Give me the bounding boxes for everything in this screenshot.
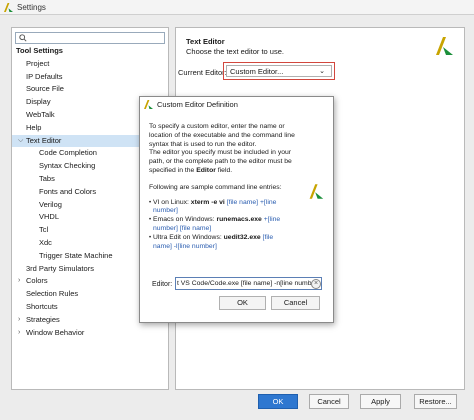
sample-args: [file: [260, 233, 274, 241]
current-editor-value: Custom Editor...: [230, 66, 284, 76]
brand-logo-icon: [309, 184, 324, 199]
sample-args: +[line: [261, 216, 281, 224]
path-note-text: specified in the: [149, 166, 197, 174]
panel-title: Text Editor: [186, 37, 225, 46]
sample-editor-name: Emacs on Windows:: [153, 216, 217, 224]
sample-args-cont: number] [file name]: [153, 224, 212, 232]
sample-command-item: • Ultra Edit on Windows: uedit32.exe [fil…: [149, 234, 319, 252]
tree-item-label: Display: [26, 97, 51, 107]
app-logo-icon: [4, 2, 13, 12]
path-note-line: path, or the complete path to the editor…: [149, 158, 292, 166]
dialog-titlebar: Custom Editor Definition: [140, 97, 333, 112]
tree-item-label: Code Completion: [39, 148, 97, 158]
bullet-icon: •: [149, 234, 152, 241]
path-note-bold: Editor: [196, 166, 216, 174]
sample-command-list: • VI on Linux: xterm -e vi [file name] +[…: [149, 199, 319, 252]
tree-item-label: Tcl: [39, 225, 49, 235]
window-title: Settings: [17, 2, 46, 12]
sample-command: uedit32.exe: [223, 233, 261, 241]
tree-item-label: Xdc: [39, 237, 52, 247]
sample-args-cont: name] -l[line number]: [153, 242, 217, 250]
tree-item-source-file[interactable]: Source File: [12, 83, 168, 96]
path-note-line: The editor you specify must be included …: [149, 149, 292, 157]
tree-item-label: Shortcuts: [26, 301, 58, 311]
sample-editor-name: Ultra Edit on Windows:: [153, 233, 224, 241]
samples-heading: Following are sample command line entrie…: [149, 183, 282, 191]
tree-item-label: Project: [26, 58, 50, 68]
panel-subtitle: Choose the text editor to use.: [186, 47, 284, 56]
restore-button[interactable]: Restore...: [414, 394, 457, 409]
tree-item-label: Trigger State Machine: [39, 250, 113, 260]
tree-item-label: WebTalk: [26, 109, 55, 119]
current-editor-dropdown[interactable]: Custom Editor... ⌄: [226, 65, 332, 77]
clear-icon[interactable]: ×: [311, 279, 321, 289]
tree-item-label: Fonts and Colors: [39, 186, 97, 196]
bullet-icon: •: [149, 217, 152, 224]
intro-line: syntax that is used to run the editor.: [149, 140, 257, 148]
tree-item-label: Text Editor: [26, 135, 62, 145]
sample-command: xterm -e vi: [190, 198, 225, 206]
sample-command-item: • VI on Linux: xterm -e vi [file name] +[…: [149, 199, 319, 217]
chevron-right-icon[interactable]: ›: [18, 314, 24, 327]
current-editor-label: Current Editor:: [178, 68, 227, 77]
sample-command-item: • Emacs on Windows: runemacs.exe +[line nu…: [149, 216, 319, 234]
tree-item-label: Syntax Checking: [39, 161, 96, 171]
dialog-ok-button[interactable]: OK: [219, 296, 266, 310]
brand-logo-icon: [436, 37, 453, 55]
tree-item-tool-settings[interactable]: Tool Settings: [12, 45, 168, 58]
chevron-down-icon[interactable]: ⌵: [18, 135, 24, 148]
tree-item-label: 3rd Party Simulators: [26, 263, 94, 273]
tree-item-label: Colors: [26, 276, 48, 286]
ok-button[interactable]: OK: [258, 394, 298, 409]
chevron-down-icon: ⌄: [319, 68, 325, 75]
sample-editor-name: VI on Linux:: [153, 198, 191, 206]
chevron-right-icon[interactable]: ›: [18, 275, 24, 288]
app-logo-icon: [144, 100, 153, 109]
dialog-cancel-button[interactable]: Cancel: [271, 296, 320, 310]
tree-item-label: IP Defaults: [26, 71, 63, 81]
chevron-right-icon[interactable]: ›: [18, 327, 24, 340]
intro-line: To specify a custom editor, enter the na…: [149, 123, 285, 130]
tree-item-label: Verilog: [39, 199, 62, 209]
tree-item-label: Help: [26, 122, 42, 132]
intro-line: location of the executable and the comma…: [149, 131, 295, 139]
path-note-line: specified in the Editor field.: [149, 167, 319, 176]
bullet-icon: •: [149, 199, 152, 206]
sample-args-cont: number]: [153, 207, 178, 215]
tree-item-ip-defaults[interactable]: IP Defaults: [12, 71, 168, 84]
path-note-text: field.: [215, 166, 233, 174]
cancel-button[interactable]: Cancel: [309, 394, 349, 409]
tree-item-label: Tabs: [39, 173, 55, 183]
tree-item-label: Source File: [26, 84, 64, 94]
dialog-description: To specify a custom editor, enter the na…: [149, 123, 319, 251]
window-titlebar: Settings: [0, 0, 474, 15]
tree-item-window-behavior[interactable]: › Window Behavior: [12, 327, 168, 340]
search-icon: [19, 34, 27, 42]
custom-editor-dialog: Custom Editor Definition To specify a cu…: [139, 96, 334, 323]
apply-button[interactable]: Apply: [360, 394, 401, 409]
editor-command-input[interactable]: t VS Code/Code.exe [file name] -n[line n…: [175, 277, 322, 290]
tree-item-label: Tool Settings: [16, 46, 63, 55]
tree-item-project[interactable]: Project: [12, 58, 168, 71]
tree-item-label: Window Behavior: [26, 327, 85, 337]
editor-field-label: Editor:: [152, 281, 173, 288]
tree-item-label: Strategies: [26, 314, 60, 324]
settings-search-input[interactable]: [15, 32, 165, 44]
tree-item-label: Selection Rules: [26, 289, 79, 299]
sample-command: runemacs.exe: [216, 216, 262, 224]
tree-item-label: VHDL: [39, 212, 60, 222]
dialog-title: Custom Editor Definition: [157, 100, 238, 109]
sample-args: [file name] +[line: [224, 198, 277, 206]
